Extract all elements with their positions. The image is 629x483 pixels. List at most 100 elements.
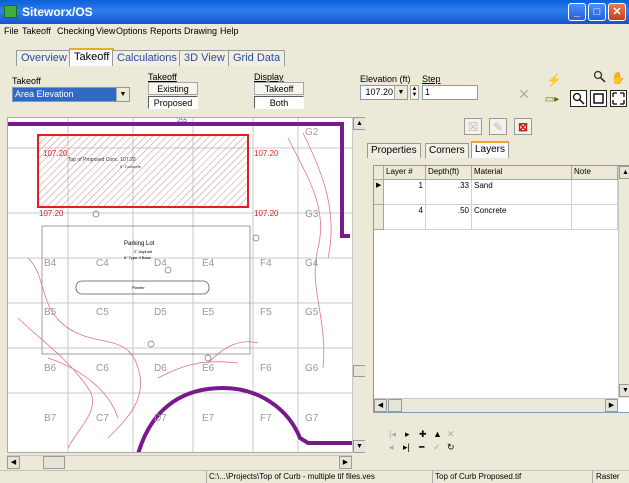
cell-layer[interactable]: 1: [384, 180, 426, 205]
scroll-down-arrow-icon[interactable]: ▼: [619, 384, 629, 397]
next-record-icon[interactable]: ▸: [405, 429, 410, 440]
scroll-right-arrow-icon[interactable]: ▶: [605, 399, 618, 412]
display-takeoff-toggle[interactable]: Takeoff: [254, 82, 304, 95]
add-record-icon[interactable]: ✚: [419, 429, 427, 440]
clear-x-icon[interactable]: ✕: [516, 86, 532, 102]
grid-label-c7: C7: [96, 413, 109, 424]
site-plan[interactable]: [8, 118, 357, 453]
zoom-extents-icon[interactable]: [590, 90, 607, 107]
row-header-corner: [374, 166, 384, 180]
tab-corners[interactable]: Corners: [425, 143, 469, 158]
lightning-icon[interactable]: ⚡: [546, 72, 562, 88]
move-into-icon[interactable]: ▭▸: [544, 92, 560, 108]
menu-drawing[interactable]: Drawing: [184, 26, 217, 36]
cell-depth[interactable]: .33: [426, 180, 472, 205]
status-file-path: C:\...\Projects\Top of Curb - multiple t…: [209, 472, 375, 481]
grid-markers: [92, 210, 260, 362]
status-raster-file: Top of Curb Proposed.tif: [435, 472, 522, 481]
tab-overview[interactable]: Overview: [16, 50, 72, 66]
pan-hand-icon[interactable]: ✋: [610, 70, 626, 86]
remove-layer-icon[interactable]: ⊠: [514, 118, 532, 135]
layers-table[interactable]: Layer # Depth(ft) Material Note ▶ 1 .33 …: [373, 165, 629, 413]
tab-3d-view[interactable]: 3D View: [179, 50, 230, 66]
existing-toggle[interactable]: Existing: [148, 82, 198, 95]
menu-help[interactable]: Help: [220, 26, 239, 36]
grid-label-d4: D4: [154, 258, 167, 269]
last-record-icon[interactable]: ▸|: [403, 442, 410, 453]
delete-layer-icon[interactable]: ☒: [464, 118, 482, 135]
cell-note[interactable]: [572, 180, 618, 205]
grid-label-c6: C6: [96, 363, 109, 374]
scroll-up-arrow-icon[interactable]: ▲: [619, 166, 629, 179]
scroll-left-arrow-icon[interactable]: ◀: [7, 456, 20, 469]
menu-file[interactable]: File: [4, 26, 19, 36]
close-button[interactable]: ✕: [608, 3, 626, 21]
row-selector[interactable]: [374, 205, 384, 230]
app-icon: [4, 5, 17, 18]
elevation-spinner[interactable]: ▲ ▼: [410, 85, 419, 100]
status-divider: [592, 471, 593, 483]
menu-view[interactable]: View: [96, 26, 115, 36]
takeoff-type-select[interactable]: Area Elevation ▼: [12, 87, 130, 102]
elevation-input[interactable]: 107.20 ▼: [360, 85, 408, 100]
ruler-value: 255: [177, 118, 188, 124]
takeoff-toolbar: Takeoff Area Elevation ▼ Takeoff Existin…: [0, 66, 629, 116]
maximize-button[interactable]: □: [588, 3, 606, 21]
cell-depth[interactable]: .50: [426, 205, 472, 230]
tab-takeoff[interactable]: Takeoff: [69, 48, 115, 66]
step-value: 1: [425, 87, 431, 97]
display-label: Display: [254, 72, 284, 82]
minimize-button[interactable]: _: [568, 3, 586, 21]
cell-note[interactable]: [572, 205, 618, 230]
scroll-left-arrow-icon[interactable]: ◀: [374, 399, 387, 412]
zoom-all-icon[interactable]: [610, 90, 627, 107]
edit-layer-icon[interactable]: ✎: [489, 118, 507, 135]
grid-label-c5: C5: [96, 307, 109, 318]
proposed-concrete-area[interactable]: [37, 134, 249, 208]
menu-reports[interactable]: Reports: [150, 26, 182, 36]
parking-lot-title: Parking Lot: [124, 241, 155, 247]
menu-options[interactable]: Options: [116, 26, 147, 36]
up-record-icon[interactable]: ▲: [433, 429, 442, 439]
layers-horizontal-scrollbar[interactable]: ◀ ▶: [374, 398, 618, 412]
chevron-down-icon[interactable]: ▼: [394, 86, 407, 99]
canvas-hscroll-thumb[interactable]: [43, 456, 65, 469]
first-record-icon[interactable]: |◂: [389, 429, 396, 440]
grid-label-g3: G3: [305, 209, 319, 220]
row-selector-arrow-icon[interactable]: ▶: [374, 180, 384, 205]
confirm-record-icon[interactable]: ✓: [433, 442, 441, 453]
scroll-right-arrow-icon[interactable]: ▶: [339, 456, 352, 469]
minus-record-icon[interactable]: ━: [419, 442, 424, 453]
grid-label-c4: C4: [96, 258, 109, 269]
cell-material[interactable]: Concrete: [472, 205, 572, 230]
tab-properties[interactable]: Properties: [367, 143, 421, 158]
cell-material[interactable]: Sand: [472, 180, 572, 205]
grid-label-b5: B5: [44, 307, 57, 318]
status-mode: Raster: [596, 472, 620, 481]
elevation-value: 107.20: [365, 87, 393, 97]
tab-calculations[interactable]: Calculations: [112, 50, 182, 66]
prev-record-icon[interactable]: ◂: [389, 442, 394, 453]
drawing-canvas[interactable]: 255 Top of Proposed Conc. 107.20 6" Conc…: [7, 117, 357, 453]
delete-record-icon[interactable]: ✕: [447, 429, 455, 440]
tab-layers[interactable]: Layers: [471, 141, 510, 158]
tab-grid-data[interactable]: Grid Data: [228, 50, 286, 66]
menu-takeoff[interactable]: Takeoff: [22, 26, 51, 36]
zoom-icon[interactable]: [592, 70, 608, 86]
step-input[interactable]: 1: [422, 85, 478, 100]
layers-hscroll-thumb[interactable]: [388, 399, 402, 412]
menu-checking[interactable]: Checking: [57, 26, 95, 36]
zoom-window-icon[interactable]: [570, 90, 587, 107]
display-both-toggle[interactable]: Both: [254, 96, 304, 109]
status-divider: [432, 471, 433, 483]
canvas-horizontal-scrollbar[interactable]: ◀ ▶: [7, 455, 352, 469]
refresh-record-icon[interactable]: ↻: [447, 442, 455, 453]
grid-label-b7: B7: [44, 413, 57, 424]
chevron-down-icon[interactable]: ▼: [116, 88, 129, 101]
cell-layer[interactable]: 4: [384, 205, 426, 230]
column-header-depth: Depth(ft): [426, 166, 472, 180]
layers-vertical-scrollbar[interactable]: ▲ ▼: [618, 166, 629, 398]
canvas-vertical-scrollbar[interactable]: ▲ ▼: [352, 117, 366, 453]
elevation-label-bottom-right: 107.20: [254, 209, 279, 218]
proposed-toggle[interactable]: Proposed: [148, 96, 198, 109]
